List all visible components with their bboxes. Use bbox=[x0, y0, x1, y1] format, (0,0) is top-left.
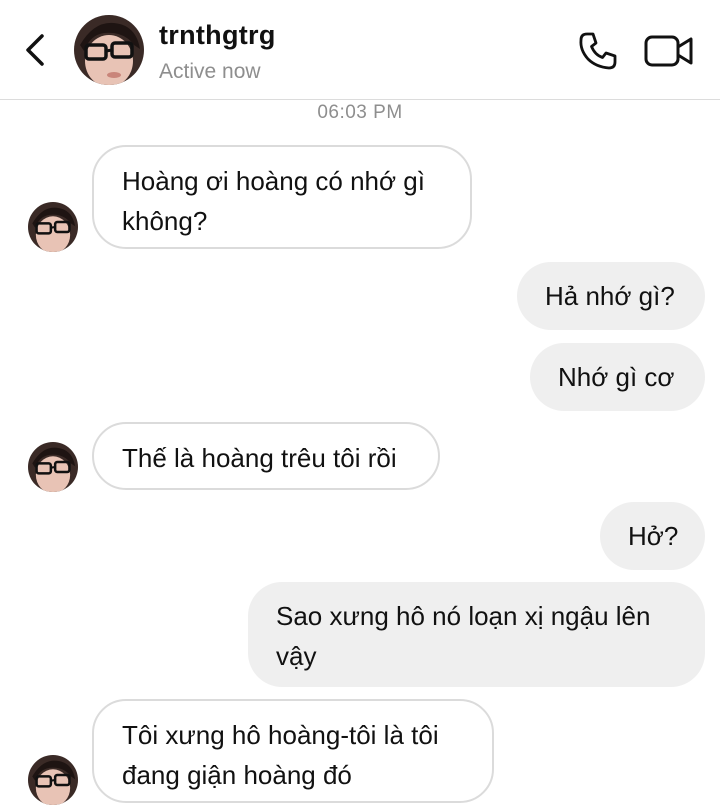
message-bubble-outgoing[interactable]: Nhớ gì cơ bbox=[530, 343, 705, 411]
message-bubble-outgoing[interactable]: Sao xưng hô nó loạn xị ngậu lên vậy bbox=[248, 582, 705, 687]
audio-call-button[interactable] bbox=[577, 30, 619, 72]
contact-avatar[interactable] bbox=[74, 15, 144, 85]
message-timestamp: 06:03 PM bbox=[317, 102, 403, 123]
video-call-button[interactable] bbox=[643, 32, 695, 70]
chat-header: trnthgtrg Active now bbox=[0, 0, 720, 100]
sender-avatar[interactable] bbox=[28, 442, 78, 492]
active-status: Active now bbox=[159, 60, 261, 83]
phone-icon bbox=[579, 32, 617, 70]
message-bubble-incoming[interactable]: Hoàng ơi hoàng có nhớ gì không? bbox=[92, 145, 472, 249]
message-bubble-incoming[interactable]: Tôi xưng hô hoàng-tôi là tôi đang giận h… bbox=[92, 699, 494, 803]
sender-avatar[interactable] bbox=[28, 755, 78, 805]
contact-username[interactable]: trnthgtrg bbox=[159, 20, 276, 51]
video-camera-icon bbox=[644, 35, 693, 67]
sender-avatar[interactable] bbox=[28, 202, 78, 252]
message-bubble-incoming[interactable]: Thế là hoàng trêu tôi rồi bbox=[92, 422, 440, 490]
chevron-left-icon bbox=[26, 34, 44, 66]
back-button[interactable] bbox=[22, 30, 52, 70]
message-bubble-outgoing[interactable]: Hở? bbox=[600, 502, 705, 570]
message-bubble-outgoing[interactable]: Hả nhớ gì? bbox=[517, 262, 705, 330]
